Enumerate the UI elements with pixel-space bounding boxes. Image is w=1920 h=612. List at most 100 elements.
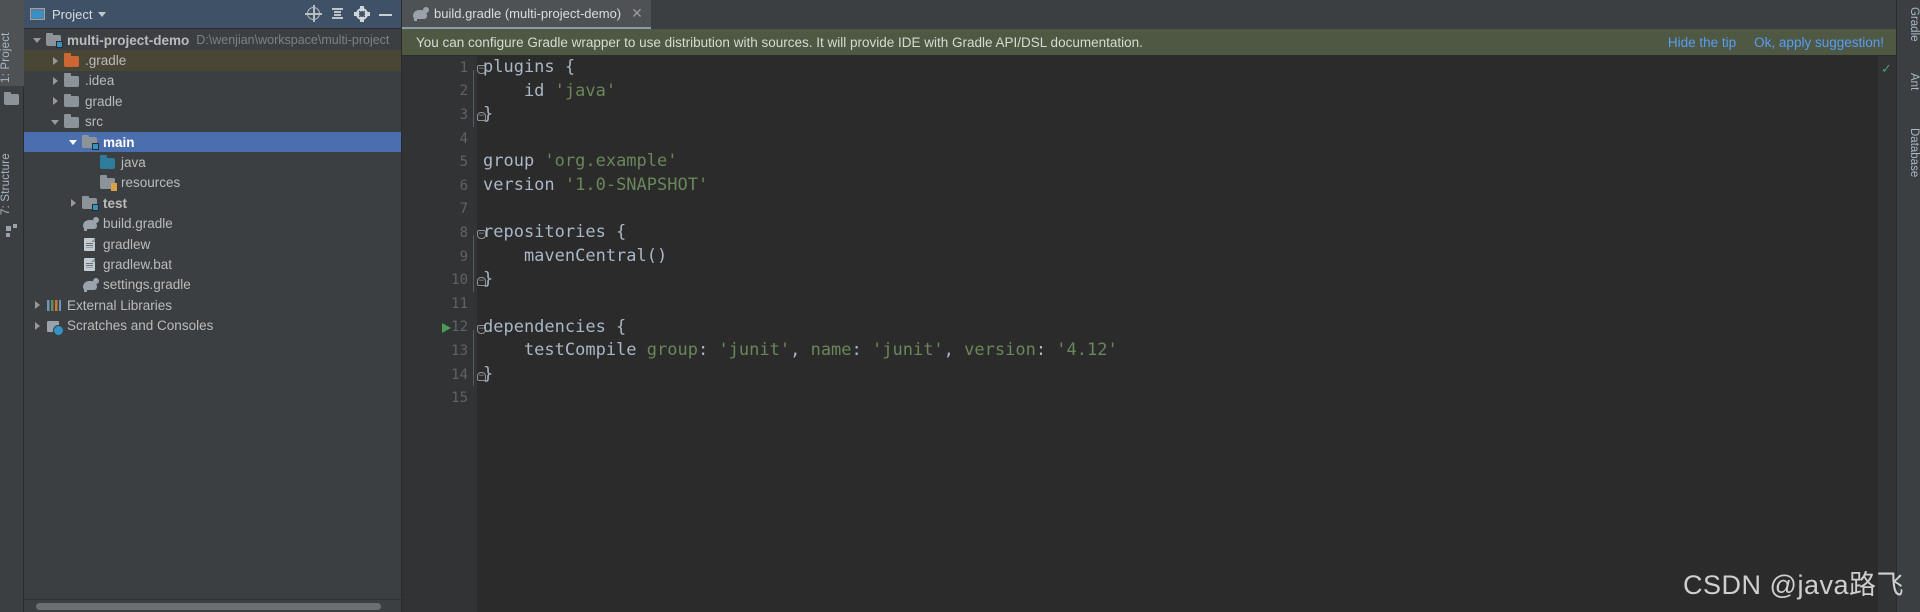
chevron-down-icon[interactable] xyxy=(68,136,80,148)
editor-tab-label: build.gradle (multi-project-demo) xyxy=(434,6,622,21)
code-line-9[interactable]: mavenCentral() xyxy=(483,245,1878,269)
hide-window-icon[interactable] xyxy=(377,5,395,23)
tool-tab-ant[interactable]: Ant xyxy=(1896,70,1920,93)
gutter-line-1[interactable]: 1− xyxy=(402,56,486,80)
chevron-right-icon[interactable] xyxy=(68,197,80,209)
gutter-line-11[interactable]: 11 xyxy=(402,292,477,316)
tree-item-multi-project-demo[interactable]: multi-project-demo D:\wenjian\workspace\m… xyxy=(24,30,401,50)
gutter-line-6[interactable]: 6 xyxy=(402,174,477,198)
code-editor[interactable]: 1−2 3−4 5 6 7 8− 9 10−11 12−13 14− 15 plugins { id… xyxy=(402,56,1896,612)
code-line-4[interactable] xyxy=(483,127,1878,151)
editor-code-content[interactable]: plugins { id 'java'} group 'org.example'… xyxy=(477,56,1878,612)
code-token: 'junit' xyxy=(718,340,791,361)
project-tree[interactable]: multi-project-demo D:\wenjian\workspace\m… xyxy=(24,29,401,599)
chevron-down-icon[interactable] xyxy=(98,11,107,17)
gutter-line-5[interactable]: 5 xyxy=(402,150,477,174)
tree-item-label: build.gradle xyxy=(103,216,173,232)
settings-gear-icon[interactable] xyxy=(353,5,371,23)
code-token: version xyxy=(964,340,1036,361)
code-line-15[interactable] xyxy=(483,386,1878,410)
hide-the-tip-link[interactable]: Hide the tip xyxy=(1668,35,1736,50)
chevron-right-icon[interactable] xyxy=(32,320,44,332)
gutter-line-7[interactable]: 7 xyxy=(402,198,477,222)
code-line-14[interactable]: } xyxy=(483,363,1878,387)
code-line-11[interactable] xyxy=(483,292,1878,316)
libraries-icon xyxy=(46,297,62,313)
tool-tab-database[interactable]: Database xyxy=(1896,125,1920,180)
resources-folder-icon xyxy=(100,175,117,191)
structure-icon xyxy=(4,222,20,238)
apply-suggestion-link[interactable]: Ok, apply suggestion! xyxy=(1754,35,1884,50)
code-token: , xyxy=(790,340,811,361)
tree-item-label: multi-project-demo xyxy=(67,32,190,48)
tree-item-idea[interactable]: .idea xyxy=(24,71,401,91)
gutter-line-2[interactable]: 2 xyxy=(402,80,477,104)
tree-item-label: main xyxy=(103,134,135,150)
tree-item-label: settings.gradle xyxy=(103,277,191,293)
line-number: 9 xyxy=(459,248,468,265)
chevron-down-icon[interactable] xyxy=(32,34,44,46)
code-line-10[interactable]: } xyxy=(483,268,1878,292)
project-tree-hscrollbar[interactable] xyxy=(24,599,401,612)
editor-tab-build-gradle[interactable]: build.gradle (multi-project-demo) ✕ xyxy=(402,0,651,29)
gutter-line-10[interactable]: 10− xyxy=(402,268,486,292)
chevron-right-icon[interactable] xyxy=(50,95,62,107)
code-line-3[interactable]: } xyxy=(483,103,1878,127)
left-tool-strip: 1: Project 7: Structure xyxy=(0,0,24,612)
tool-tab-structure[interactable]: 7: Structure xyxy=(0,118,24,218)
tree-item-gradle[interactable]: gradle xyxy=(24,91,401,111)
collapse-all-icon[interactable] xyxy=(329,5,347,23)
tree-item-gradle[interactable]: .gradle xyxy=(24,50,401,71)
tool-tab-gradle[interactable]: Gradle xyxy=(1896,4,1920,45)
tree-item-src[interactable]: src xyxy=(24,112,401,132)
gutter-line-3[interactable]: 3− xyxy=(402,103,486,127)
gutter-line-9[interactable]: 9 xyxy=(402,245,477,269)
locate-icon[interactable] xyxy=(305,5,323,23)
editor-gutter[interactable]: 1−2 3−4 5 6 7 8− 9 10−11 12−13 14− 15 xyxy=(402,56,486,612)
project-panel-header: Project xyxy=(24,0,401,29)
tool-tab-structure-label: 7: Structure xyxy=(0,153,12,215)
gutter-line-14[interactable]: 14− xyxy=(402,363,486,387)
chevron-right-icon[interactable] xyxy=(50,75,62,87)
source-folder-icon xyxy=(82,134,99,151)
tree-item-label: Scratches and Consoles xyxy=(67,318,214,334)
code-line-2[interactable]: id 'java' xyxy=(483,80,1878,104)
tree-item-main[interactable]: main xyxy=(24,131,401,153)
gutter-line-4[interactable]: 4 xyxy=(402,127,477,151)
chevron-right-icon[interactable] xyxy=(50,55,62,67)
code-line-1[interactable]: plugins { xyxy=(483,56,1878,80)
gutter-line-13[interactable]: 13 xyxy=(402,339,477,363)
code-line-8[interactable]: repositories { xyxy=(483,221,1878,245)
close-icon[interactable]: ✕ xyxy=(631,5,643,22)
tree-item-label: java xyxy=(121,155,146,171)
gutter-line-12[interactable]: 12− xyxy=(402,316,486,340)
code-line-12[interactable]: dependencies { xyxy=(483,316,1878,340)
run-gradle-task-icon[interactable] xyxy=(442,322,451,333)
tree-item-build-gradle[interactable]: build.gradle xyxy=(24,214,401,234)
gradle-tip-bar: You can configure Gradle wrapper to use … xyxy=(402,29,1896,56)
code-line-7[interactable] xyxy=(483,198,1878,222)
project-window-icon xyxy=(30,6,46,22)
tree-item-resources[interactable]: resources xyxy=(24,173,401,193)
tree-item-test[interactable]: test xyxy=(24,193,401,213)
tree-item-java[interactable]: java xyxy=(24,152,401,172)
line-number: 8 xyxy=(459,224,468,241)
project-tree-hscroll-thumb[interactable] xyxy=(36,603,381,610)
tree-item-scratches-and-consoles[interactable]: Scratches and Consoles xyxy=(24,315,401,336)
code-line-6[interactable]: version '1.0-SNAPSHOT' xyxy=(483,174,1878,198)
tree-item-external-libraries[interactable]: External Libraries xyxy=(24,295,401,315)
code-line-5[interactable]: group 'org.example' xyxy=(483,150,1878,174)
gutter-line-8[interactable]: 8− xyxy=(402,221,486,245)
tool-tab-project[interactable]: 1: Project xyxy=(0,0,24,86)
tree-item-settings-gradle[interactable]: settings.gradle xyxy=(24,275,401,295)
line-number: 15 xyxy=(451,390,468,407)
tree-item-gradlew-bat[interactable]: gradlew.bat xyxy=(24,254,401,274)
code-line-13[interactable]: testCompile group: 'junit', name: 'junit… xyxy=(483,339,1878,363)
chevron-right-icon[interactable] xyxy=(32,299,44,311)
chevron-down-icon[interactable] xyxy=(50,116,62,128)
gutter-line-15[interactable]: 15 xyxy=(402,386,477,410)
tree-item-gradlew[interactable]: gradlew xyxy=(24,234,401,254)
inspection-marker-bar[interactable]: ✓ xyxy=(1878,56,1896,612)
